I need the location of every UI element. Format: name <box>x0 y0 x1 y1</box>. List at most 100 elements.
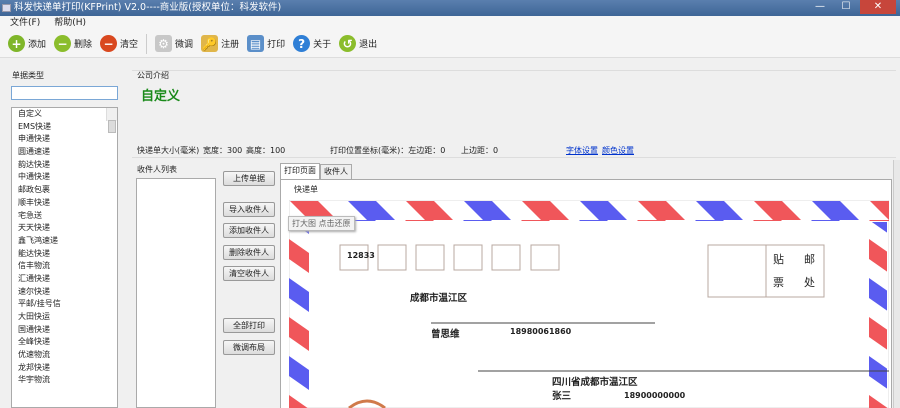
add-icon: + <box>8 35 25 52</box>
upload-bill-button[interactable]: 上传单据 <box>223 171 275 186</box>
import-recipients-button[interactable]: 导入收件人 <box>223 202 275 217</box>
toolbar-label: 打印 <box>267 40 286 50</box>
bill-type-item[interactable]: 韵达快递 <box>15 159 117 172</box>
bill-type-item[interactable]: 平邮/挂号信 <box>15 298 117 311</box>
size-label: 快递单大小(毫米) <box>137 146 200 155</box>
bill-type-item[interactable]: 申通快递 <box>15 133 117 146</box>
zoom-tooltip: 打大图 点击还原 <box>288 216 355 231</box>
bill-type-item[interactable]: 能达快递 <box>15 248 117 261</box>
minimize-button[interactable]: — <box>808 0 832 14</box>
menu-help[interactable]: 帮助(H) <box>54 16 86 30</box>
window-title: 科发快递单打印(KFPrint) V2.0----商业版(授权单位：科发软件) <box>14 2 282 13</box>
top-margin-value: 上边距：0 <box>461 146 499 155</box>
bill-type-item[interactable]: EMS快递 <box>15 121 117 134</box>
bill-type-item[interactable]: 信丰物流 <box>15 260 117 273</box>
bill-type-list: 自定义 EMS快递 申通快递 圆通速递 韵达快递 中通快递 邮政包裹 顺丰快递 宅急送 天天快递鑫… <box>11 107 118 408</box>
menu-file[interactable]: 文件(F) <box>10 16 40 30</box>
stamp-text-2: 邮 <box>804 253 815 266</box>
receiver-phone: 18900000000 <box>624 391 686 400</box>
bill-type-item[interactable]: 邮政包裹 <box>15 184 117 197</box>
stamp-text-4: 处 <box>804 276 815 289</box>
tab-print-page[interactable]: 打印页面 <box>280 163 320 179</box>
color-settings-link[interactable]: 颜色设置 <box>602 145 634 156</box>
toolbar-add-button[interactable]: + 添加 <box>8 35 46 52</box>
width-value: 宽度：300 <box>203 146 243 155</box>
tab-recipients[interactable]: 收件人 <box>320 164 352 179</box>
zip-code: 12833 <box>347 251 375 260</box>
toolbar-label: 退出 <box>359 40 378 50</box>
stamp-text-1: 贴 <box>773 253 784 266</box>
bill-type-item[interactable]: 中通快递 <box>15 171 117 184</box>
key-icon: 🔑 <box>201 35 219 52</box>
toolbar-label: 添加 <box>28 40 47 50</box>
bill-type-item[interactable]: 全峰快递 <box>15 336 117 349</box>
remove-icon: − <box>54 35 72 52</box>
add-recipient-button[interactable]: 添加收件人 <box>223 223 275 238</box>
sender-phone: 18980061860 <box>510 327 572 336</box>
receiver-address: 四川省成都市温江区 <box>552 377 638 388</box>
scrollbar-thumb[interactable] <box>108 120 116 133</box>
font-settings-link[interactable]: 字体设置 <box>566 145 598 156</box>
maximize-button[interactable]: ☐ <box>834 0 858 14</box>
toolbar-printer-button[interactable]: ▤ 打印 <box>247 35 285 52</box>
airmail-stripes-left <box>289 222 309 408</box>
receiver-name: 张三 <box>552 391 572 402</box>
menu-bar: 文件(F) 帮助(H) <box>0 16 900 30</box>
toolbar-clear-button[interactable]: − 清空 <box>100 35 138 52</box>
toolbar-label: 关于 <box>313 40 332 50</box>
bill-type-item[interactable]: 华宇物流 <box>15 374 117 387</box>
toolbar-label: 删除 <box>74 40 93 50</box>
toolbar-label: 注册 <box>221 40 240 50</box>
bill-type-item[interactable]: 宅急送 <box>15 210 117 223</box>
toolbar-help-button[interactable]: ? 关于 <box>293 35 331 52</box>
gear-icon: ⚙ <box>155 35 173 52</box>
toolbar-separator <box>146 33 148 54</box>
app-icon <box>2 4 11 12</box>
sheet-group-label: 快递单 <box>292 184 320 195</box>
bill-type-item[interactable]: 龙邦快递 <box>15 362 117 375</box>
bill-type-label: 单据类型 <box>12 71 44 80</box>
bill-type-item[interactable]: 速尔快递 <box>15 286 117 299</box>
clear-icon: − <box>100 35 118 52</box>
bill-type-item[interactable]: 自定义 <box>15 108 117 121</box>
clear-recipients-button[interactable]: 清空收件人 <box>223 266 275 281</box>
toolbar-label: 微调 <box>175 40 194 50</box>
sender-address: 成都市温江区 <box>410 293 468 304</box>
bill-type-item[interactable]: 优速物流 <box>15 349 117 362</box>
toolbar-label: 清空 <box>120 40 139 50</box>
printer-icon: ▤ <box>247 35 265 52</box>
airmail-stripes-top <box>289 201 889 221</box>
adjust-layout-button[interactable]: 微调布局 <box>223 340 275 355</box>
airmail-stripes-right <box>869 222 887 408</box>
delete-recipient-button[interactable]: 删除收件人 <box>223 245 275 260</box>
divider <box>132 157 896 158</box>
sender-name: 曾思维 <box>431 329 460 340</box>
bill-type-item[interactable]: 顺丰快递 <box>15 197 117 210</box>
height-value: 高度：100 <box>246 146 286 155</box>
help-icon: ? <box>293 35 311 52</box>
bill-type-item[interactable]: 汇通快递 <box>15 273 117 286</box>
bill-type-item[interactable]: 国通快递 <box>15 324 117 337</box>
scrollbar[interactable] <box>106 108 117 133</box>
stamp-text-3: 票 <box>773 276 784 289</box>
toolbar: + 添加 − 删除 − 清空 ⚙ 微调 🔑 注册 ▤ 打印? 关于 ↺ 退出 <box>0 30 900 58</box>
company-name: 自定义 <box>141 89 181 104</box>
bill-type-item[interactable]: 鑫飞鸿速递 <box>15 235 117 248</box>
close-button[interactable]: ✕ <box>860 0 896 14</box>
left-margin-value: 打印位置坐标(毫米)：左边距：0 <box>330 146 446 155</box>
toolbar-key-button[interactable]: 🔑 注册 <box>201 35 239 52</box>
bill-type-item[interactable]: 圆通速递 <box>15 146 117 159</box>
bill-type-search-input[interactable] <box>11 86 118 100</box>
recipient-list[interactable] <box>136 178 216 408</box>
toolbar-remove-button[interactable]: − 删除 <box>54 35 92 52</box>
bill-type-item[interactable]: 天天快递 <box>15 222 117 235</box>
print-all-button[interactable]: 全部打印 <box>223 318 275 333</box>
toolbar-exit-button[interactable]: ↺ 退出 <box>339 35 377 52</box>
toolbar-gear-button[interactable]: ⚙ 微调 <box>155 35 193 52</box>
exit-icon: ↺ <box>339 35 357 52</box>
panel-scrollbar[interactable] <box>893 160 900 408</box>
title-bar: 科发快递单打印(KFPrint) V2.0----商业版(授权单位：科发软件) … <box>0 0 900 16</box>
recipient-list-label: 收件人列表 <box>137 165 177 174</box>
company-label: 公司介绍 <box>137 71 169 80</box>
bill-type-item[interactable]: 大田快运 <box>15 311 117 324</box>
